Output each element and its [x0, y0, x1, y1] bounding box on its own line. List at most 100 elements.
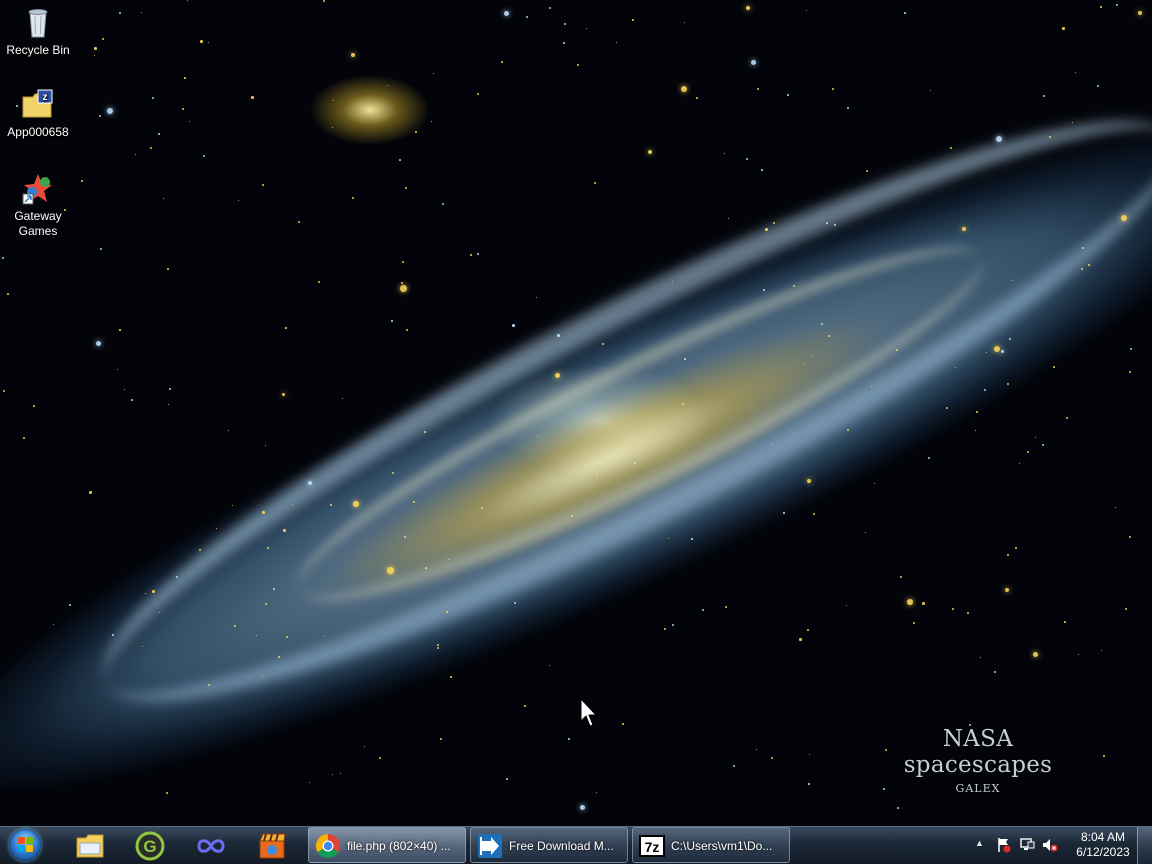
- action-center-flag-icon[interactable]: [996, 837, 1012, 853]
- download-manager-icon: [477, 833, 503, 859]
- star: [107, 108, 113, 114]
- network-icon[interactable]: [1019, 837, 1035, 853]
- star: [757, 88, 760, 91]
- star: [1019, 463, 1021, 465]
- star: [99, 115, 102, 118]
- star: [1005, 588, 1010, 593]
- star: [352, 197, 354, 199]
- desktop-icon-label: App000658: [7, 125, 69, 139]
- taskbar-item-7zip[interactable]: 7z C:\Users\vm1\Do...: [632, 827, 790, 863]
- desktop-icon-gateway-games[interactable]: Gateway Games: [1, 172, 75, 239]
- star: [152, 590, 155, 593]
- star: [761, 169, 763, 171]
- star: [512, 324, 515, 327]
- star: [298, 221, 301, 224]
- star: [807, 629, 810, 632]
- pinned-file-explorer[interactable]: [63, 828, 115, 864]
- infinity-icon: [196, 831, 226, 861]
- star: [400, 285, 407, 292]
- star: [648, 150, 652, 154]
- star: [847, 429, 849, 431]
- star: [228, 430, 230, 432]
- star: [975, 430, 977, 432]
- star: [332, 127, 334, 129]
- star: [1064, 621, 1066, 623]
- star: [682, 403, 684, 405]
- pinned-greenshot[interactable]: G: [123, 828, 175, 864]
- gateway-games-icon: [21, 172, 55, 206]
- star: [865, 532, 867, 534]
- star: [986, 352, 987, 353]
- star: [267, 547, 269, 549]
- star: [387, 85, 389, 87]
- star: [152, 97, 155, 100]
- desktop[interactable]: Recycle Bin z App000658 Gateway Games NA…: [0, 0, 1152, 826]
- taskbar-item-free-download-manager[interactable]: Free Download M...: [470, 827, 628, 863]
- star: [913, 622, 916, 625]
- pinned-infinity-app[interactable]: [184, 828, 236, 864]
- recycle-bin-icon: [21, 6, 55, 40]
- star: [131, 399, 133, 401]
- star: [265, 445, 267, 447]
- show-hidden-icons-button[interactable]: ▲: [975, 838, 984, 848]
- star: [967, 612, 970, 615]
- star: [1043, 95, 1046, 98]
- star: [684, 22, 686, 24]
- desktop-icon-recycle-bin[interactable]: Recycle Bin: [1, 6, 75, 58]
- clock-time: 8:04 AM: [1080, 830, 1126, 844]
- taskbar-item-chrome[interactable]: file.php (802×40) ...: [308, 827, 466, 863]
- star: [238, 200, 240, 202]
- star: [763, 289, 765, 291]
- star: [391, 320, 393, 322]
- clock-date: 6/12/2023: [1076, 845, 1130, 859]
- pinned-media-app[interactable]: [245, 828, 297, 864]
- star: [33, 405, 35, 407]
- star: [1097, 85, 1100, 88]
- star: [166, 792, 169, 795]
- volume-muted-icon[interactable]: [1042, 837, 1058, 853]
- star: [340, 773, 342, 775]
- star: [808, 783, 810, 785]
- star: [596, 792, 598, 794]
- star: [846, 605, 848, 607]
- star: [826, 222, 828, 224]
- star: [150, 147, 153, 150]
- star: [308, 481, 312, 485]
- star: [696, 97, 698, 99]
- star: [425, 567, 427, 569]
- wallpaper-watermark: NASA spacescapes GALEX: [868, 726, 1088, 795]
- star: [333, 100, 335, 102]
- star: [724, 153, 726, 155]
- star: [309, 782, 311, 784]
- star: [406, 329, 409, 332]
- start-button[interactable]: [4, 828, 48, 864]
- star: [470, 254, 472, 256]
- star: [664, 628, 667, 631]
- star: [501, 61, 503, 63]
- star: [262, 184, 265, 187]
- star: [399, 159, 401, 161]
- star: [1081, 268, 1083, 270]
- star: [976, 411, 978, 413]
- star: [904, 12, 906, 14]
- star: [586, 28, 588, 30]
- star: [984, 389, 986, 391]
- star: [568, 738, 570, 740]
- star: [702, 609, 704, 611]
- folder-archive-icon: z: [21, 88, 55, 122]
- star: [1072, 122, 1074, 124]
- star: [167, 268, 169, 270]
- clock[interactable]: 8:04 AM 6/12/2023: [1068, 830, 1138, 860]
- star: [672, 624, 675, 627]
- star: [681, 86, 688, 93]
- star: [424, 431, 426, 433]
- star: [285, 327, 287, 329]
- star: [1035, 437, 1037, 439]
- star: [440, 738, 443, 741]
- desktop-icon-app000658[interactable]: z App000658: [1, 88, 75, 140]
- star: [596, 472, 598, 474]
- star: [332, 774, 334, 776]
- show-desktop-button[interactable]: [1137, 827, 1152, 864]
- star: [413, 501, 415, 503]
- star: [1027, 451, 1030, 454]
